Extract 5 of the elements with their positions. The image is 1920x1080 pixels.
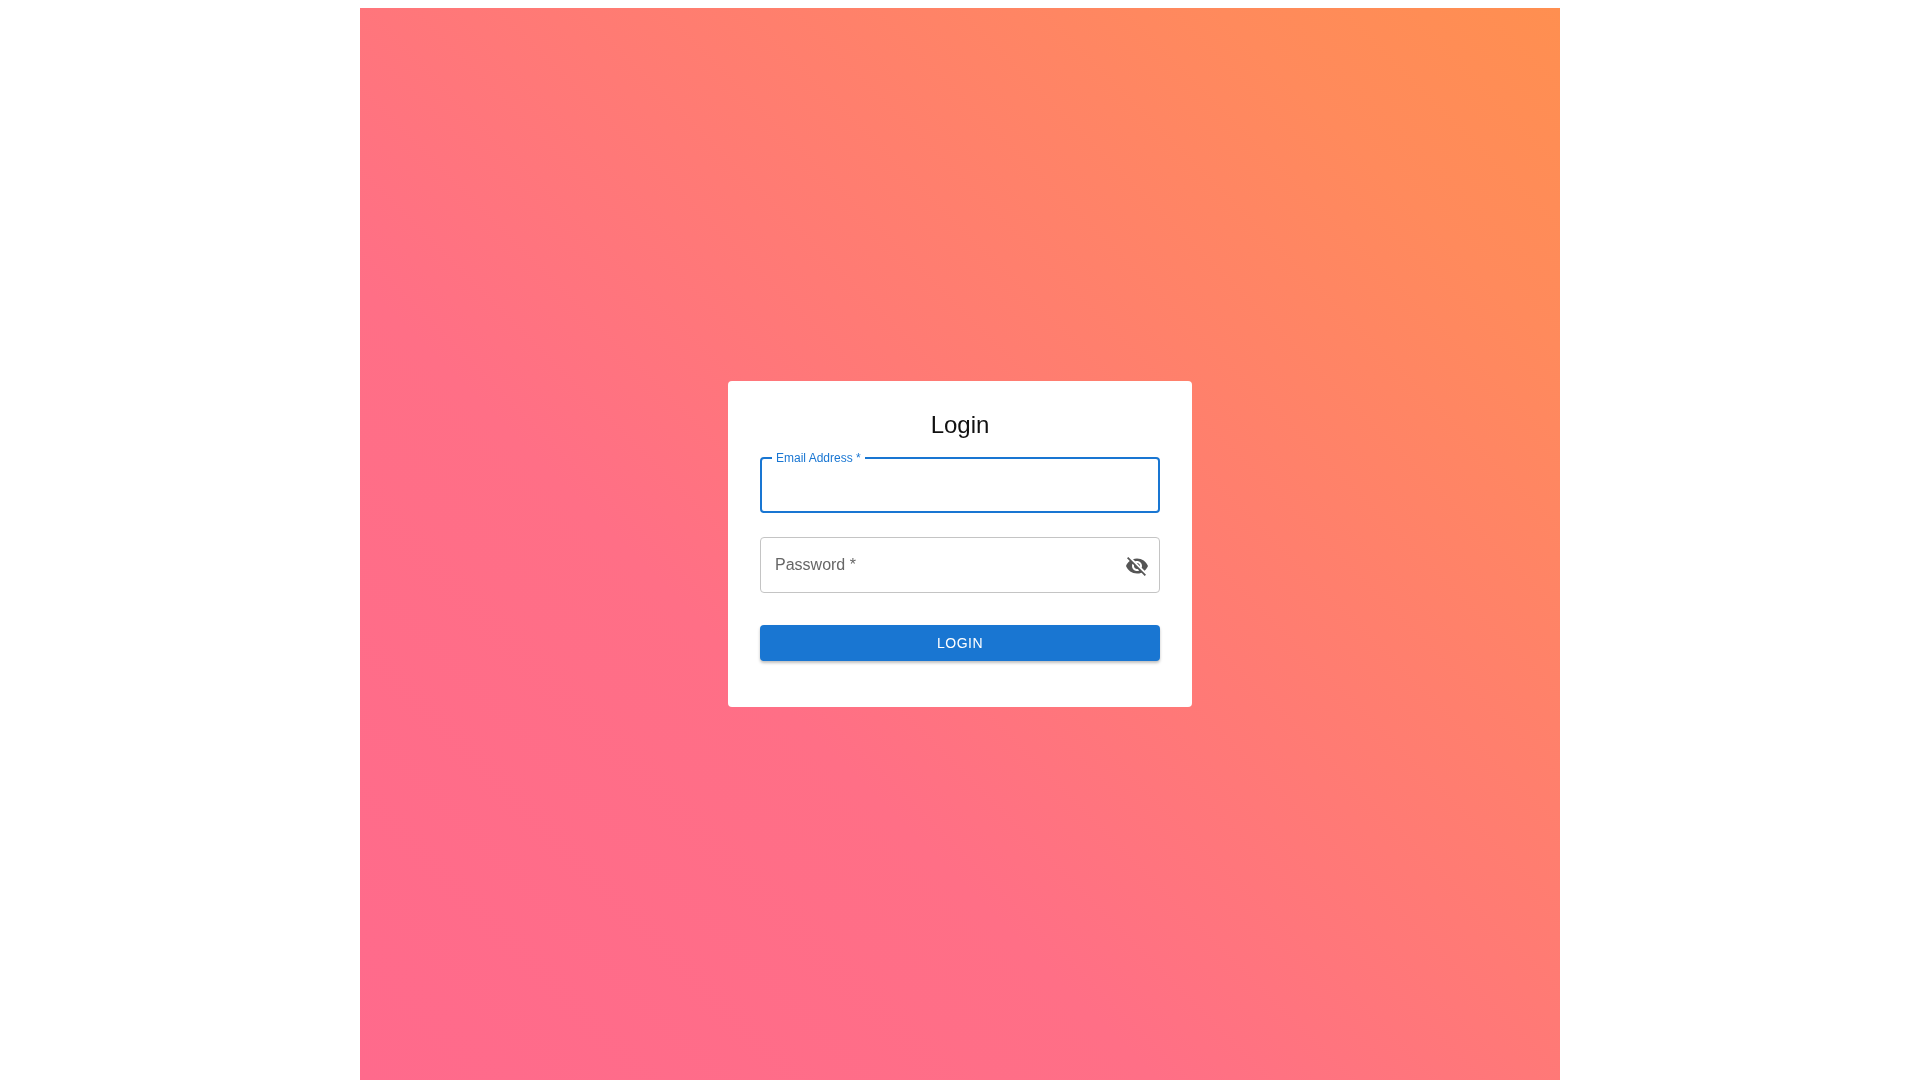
field-label: Email Address * [772, 450, 865, 465]
login-button[interactable]: LOGIN [760, 624, 1160, 661]
field-label: Password * [775, 555, 856, 574]
login-title: Login [929, 410, 991, 441]
password-field[interactable]: Password * [760, 536, 1160, 593]
